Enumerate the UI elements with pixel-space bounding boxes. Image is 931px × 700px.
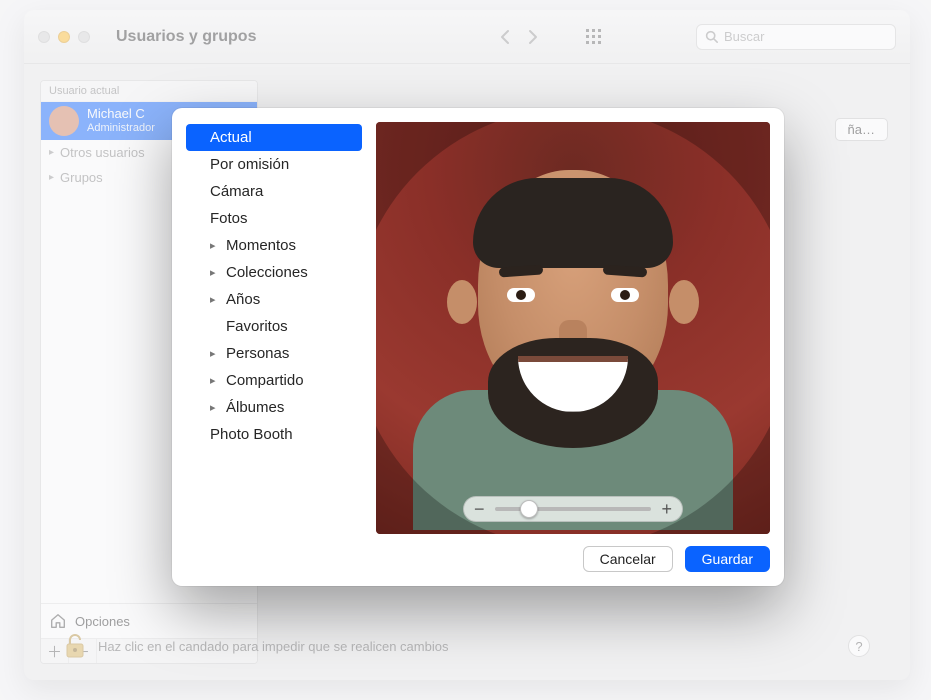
lock-row: Haz clic en el candado para impedir que … (64, 632, 870, 660)
source-albums[interactable]: ▸ Álbumes (186, 394, 362, 421)
source-shared-label: Compartido (226, 372, 304, 389)
close-window-button[interactable] (38, 31, 50, 43)
help-button[interactable]: ? (848, 635, 870, 657)
sidebar-user-role: Administrador (87, 122, 155, 135)
lock-open-icon[interactable] (64, 632, 86, 660)
chevron-right-icon: ▸ (49, 172, 54, 183)
zoom-window-button[interactable] (78, 31, 90, 43)
source-photobooth-label: Photo Booth (210, 426, 293, 443)
show-all-prefs-button[interactable] (577, 24, 611, 50)
back-button[interactable] (491, 24, 519, 50)
minimize-window-button[interactable] (58, 31, 70, 43)
chevron-right-icon: ▸ (210, 401, 216, 414)
save-button[interactable]: Guardar (685, 546, 770, 572)
window-title: Usuarios y grupos (116, 28, 256, 46)
zoom-in-icon[interactable]: + (661, 500, 672, 518)
source-years[interactable]: ▸ Años (186, 286, 362, 313)
window-titlebar: Usuarios y grupos Buscar (24, 10, 910, 64)
sidebar-groups-label: Grupos (60, 170, 103, 185)
source-years-label: Años (226, 291, 260, 308)
source-collections-label: Colecciones (226, 264, 308, 281)
toolbar-nav (491, 24, 547, 50)
zoom-out-icon[interactable]: − (474, 500, 485, 518)
chevron-right-icon: ▸ (210, 239, 216, 252)
user-picture-sheet: Actual Por omisión Cámara Fotos ▸ Moment… (172, 108, 784, 586)
picture-source-list: Actual Por omisión Cámara Fotos ▸ Moment… (186, 122, 362, 534)
forward-button[interactable] (519, 24, 547, 50)
source-moments-label: Momentos (226, 237, 296, 254)
zoom-thumb[interactable] (520, 500, 538, 518)
source-current[interactable]: Actual (186, 124, 362, 151)
chevron-right-icon: ▸ (210, 374, 216, 387)
search-placeholder: Buscar (724, 29, 764, 44)
sidebar-user-text: Michael C Administrador (87, 107, 155, 135)
chevron-right-icon: ▸ (210, 266, 216, 279)
source-favorites-label: Favoritos (226, 318, 288, 335)
cancel-button[interactable]: Cancelar (583, 546, 673, 572)
source-camera-label: Cámara (210, 183, 263, 200)
change-password-button[interactable]: ña… (835, 118, 888, 141)
face-illustration (453, 170, 693, 470)
source-defaults-label: Por omisión (210, 156, 289, 173)
sidebar-user-name: Michael C (87, 107, 155, 122)
avatar (49, 106, 79, 136)
picture-preview[interactable]: − + (376, 122, 770, 534)
source-current-label: Actual (210, 129, 252, 146)
source-camera[interactable]: Cámara (186, 178, 362, 205)
zoom-track[interactable] (495, 507, 652, 511)
sheet-button-row: Cancelar Guardar (186, 534, 770, 572)
source-collections[interactable]: ▸ Colecciones (186, 259, 362, 286)
source-defaults[interactable]: Por omisión (186, 151, 362, 178)
source-photos-label: Fotos (210, 210, 248, 227)
login-options-label: Opciones (75, 614, 130, 629)
search-icon (705, 30, 718, 43)
chevron-right-icon: ▸ (210, 347, 216, 360)
window-controls (38, 31, 100, 43)
house-icon (49, 612, 67, 630)
sidebar-other-users-label: Otros usuarios (60, 145, 145, 160)
sidebar-section-current-user: Usuario actual (41, 81, 257, 102)
source-photobooth[interactable]: Photo Booth (186, 421, 362, 448)
source-albums-label: Álbumes (226, 399, 284, 416)
lock-message: Haz clic en el candado para impedir que … (98, 639, 448, 654)
source-favorites[interactable]: Favoritos (186, 313, 362, 340)
chevron-right-icon: ▸ (49, 147, 54, 158)
source-photos[interactable]: Fotos (186, 205, 362, 232)
search-field[interactable]: Buscar (696, 24, 896, 50)
source-people[interactable]: ▸ Personas (186, 340, 362, 367)
zoom-slider[interactable]: − + (463, 496, 683, 522)
source-shared[interactable]: ▸ Compartido (186, 367, 362, 394)
source-moments[interactable]: ▸ Momentos (186, 232, 362, 259)
chevron-right-icon: ▸ (210, 293, 216, 306)
source-people-label: Personas (226, 345, 289, 362)
